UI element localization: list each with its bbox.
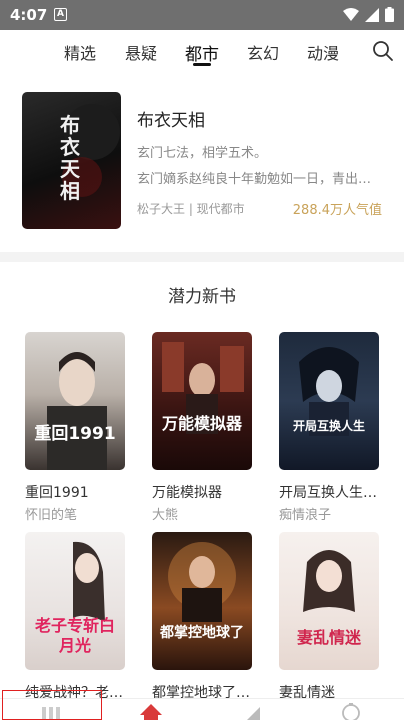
notification-icon: A (54, 8, 67, 21)
cover-title: 万能模拟器 (161, 414, 242, 433)
cover-title: 开局互换人生 (292, 419, 365, 433)
book-title: 重回1991 (25, 485, 89, 501)
discover-icon[interactable] (242, 703, 264, 720)
book-card[interactable]: 重回1991 重回1991 怀旧的笔 (25, 332, 125, 523)
book-card[interactable]: 妻乱情迷 妻乱情迷 (279, 532, 379, 701)
book-card[interactable]: 万能模拟器 万能模拟器 大熊 (152, 332, 252, 523)
book-title: 万能模拟器 (152, 485, 222, 501)
book-cover[interactable]: 开局互换人生 (279, 332, 379, 470)
section-divider (0, 252, 404, 262)
cover-art (303, 550, 355, 612)
book-author: 痴情浪子 (279, 508, 332, 523)
cover-title: 都掌控地球了 (160, 625, 244, 641)
status-icons (343, 7, 394, 22)
wifi-icon (343, 7, 359, 21)
book-title: 开局互换人生… (279, 485, 377, 501)
featured-cover-title: 布衣天相 (60, 113, 80, 203)
cover-art (168, 542, 236, 622)
book-cover[interactable]: 妻乱情迷 (279, 532, 379, 670)
cover-title: 重回1991 (34, 424, 116, 444)
tab-anime[interactable]: 动漫 (307, 40, 339, 64)
tab-suspense[interactable]: 悬疑 (125, 40, 157, 64)
book-author: 大熊 (152, 508, 179, 523)
category-tabs: 精选 悬疑 都市 玄幻 动漫 (0, 30, 404, 76)
featured-book-cover[interactable]: 布衣天相 (22, 92, 121, 229)
battery-icon (385, 7, 394, 22)
featured-book-meta: 松子大王 | 现代都市 (137, 202, 245, 216)
featured-book-synopsis: 玄门嫡系赵纯良十年勤勉如一日，青出… (137, 172, 372, 187)
tab-urban[interactable]: 都市 (185, 40, 219, 65)
bookstore-icon[interactable] (139, 703, 163, 720)
book-cover[interactable]: 老子专斩白月光 (25, 532, 125, 670)
highlight-box (2, 690, 102, 720)
book-cover[interactable]: 都掌控地球了 (152, 532, 252, 670)
profile-icon[interactable] (340, 703, 362, 720)
book-card[interactable]: 老子专斩白月光 纯爱战神？老… (25, 532, 125, 701)
status-bar: 4:07 A (0, 0, 404, 30)
featured-book[interactable]: 布衣天相 布衣天相 玄门七法，相学五术。 玄门嫡系赵纯良十年勤勉如一日，青出… … (0, 86, 404, 246)
signal-icon (365, 7, 379, 22)
tab-fantasy[interactable]: 玄幻 (247, 40, 279, 64)
book-card[interactable]: 都掌控地球了 都掌控地球了… (152, 532, 252, 701)
book-cover[interactable]: 重回1991 (25, 332, 125, 470)
active-tab-indicator (193, 63, 211, 66)
tab-featured[interactable]: 精选 (64, 40, 96, 64)
featured-book-title: 布衣天相 (137, 111, 205, 131)
cover-title: 妻乱情迷 (296, 628, 361, 647)
book-card[interactable]: 开局互换人生 开局互换人生… 痴情浪子 (279, 332, 379, 523)
section-title: 潜力新书 (168, 287, 236, 307)
book-cover[interactable]: 万能模拟器 (152, 332, 252, 470)
status-time: 4:07 (10, 6, 48, 24)
featured-book-tagline: 玄门七法，相学五术。 (137, 146, 268, 161)
cover-art (299, 347, 359, 436)
cover-art (162, 342, 244, 434)
search-icon[interactable] (372, 40, 394, 62)
book-author: 怀旧的笔 (25, 508, 78, 523)
cover-title: 老子专斩白月光 (34, 616, 115, 655)
cover-art (47, 352, 107, 470)
featured-book-popularity: 288.4万人气值 (292, 203, 382, 218)
